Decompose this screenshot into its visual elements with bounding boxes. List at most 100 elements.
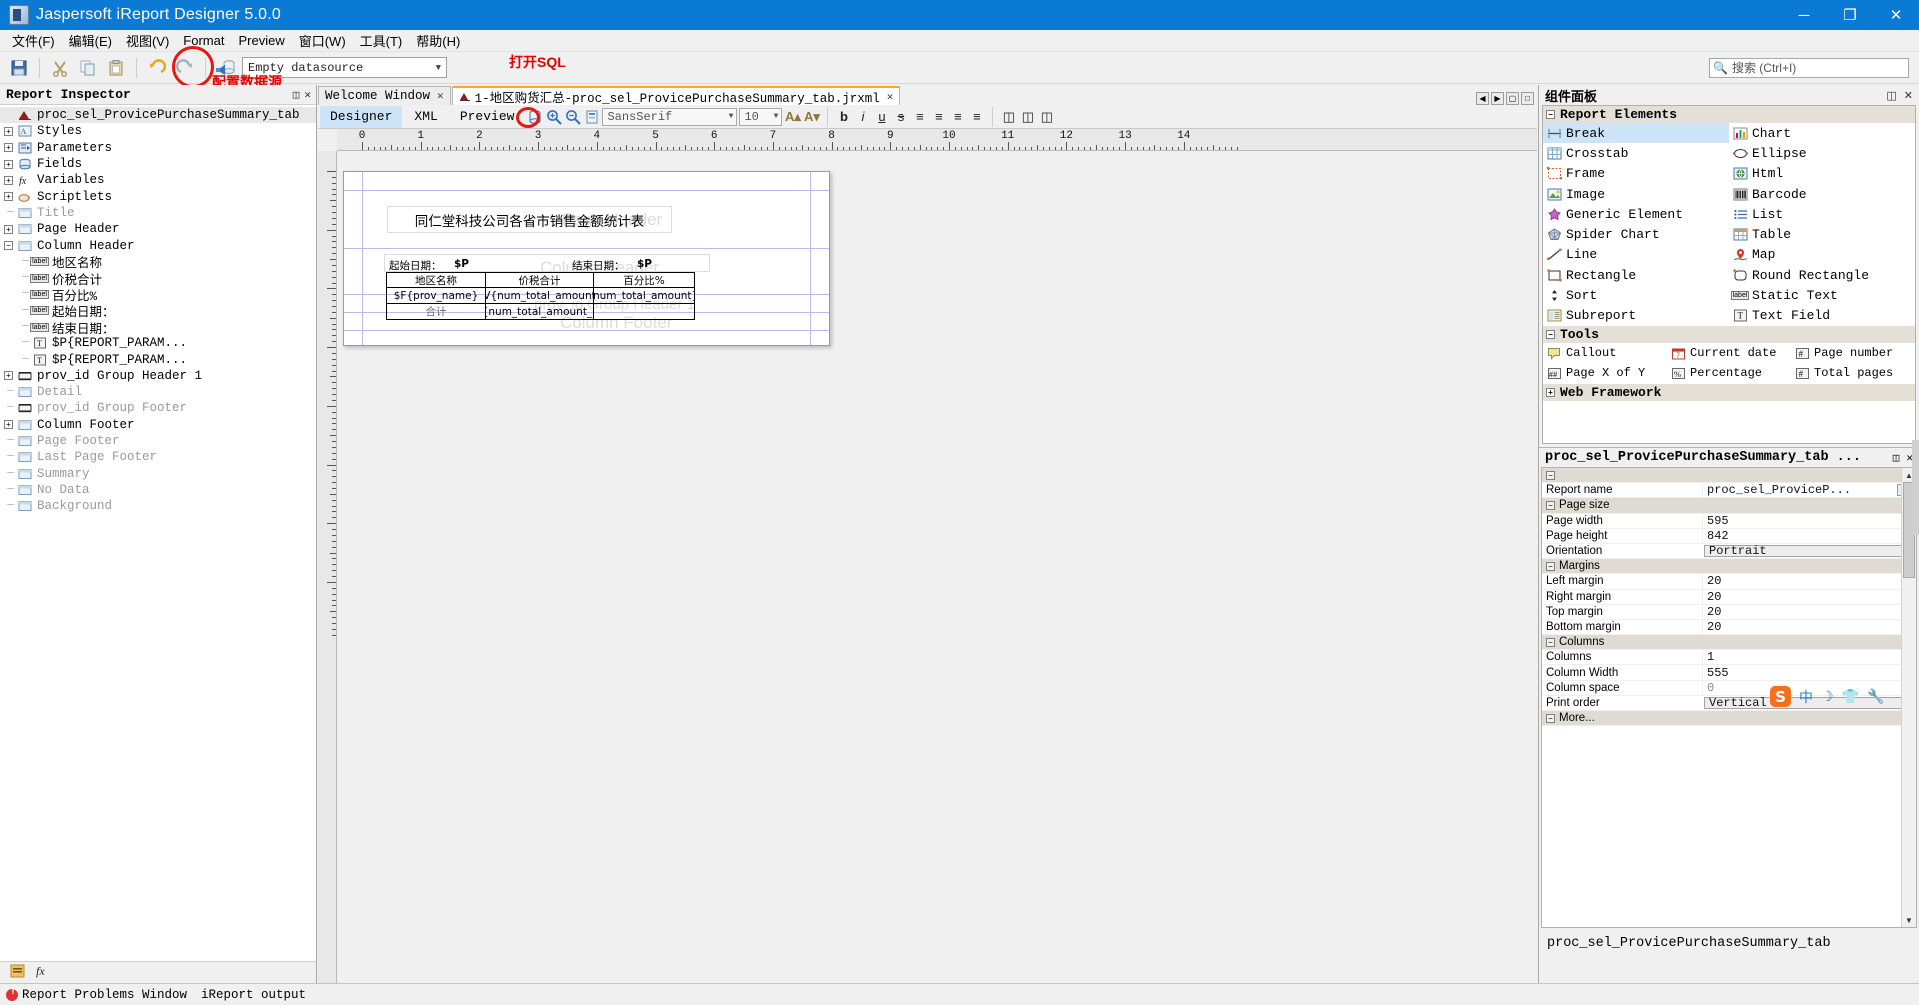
ime-tools-icon[interactable]: 🔧	[1867, 688, 1884, 705]
property-row-page-width[interactable]: Page width 595	[1542, 513, 1916, 529]
underline-button[interactable]: u	[873, 107, 890, 126]
tree-node-10[interactable]: ─ label 百分比%	[0, 286, 316, 304]
align-justify-icon[interactable]: ≡	[968, 107, 985, 126]
tab-list-icon[interactable]: ▢	[1506, 92, 1519, 105]
table-detail-cell-amount[interactable]: $V{num_total_amount}	[485, 287, 594, 304]
minimize-button[interactable]: ─	[1781, 0, 1827, 30]
palette-tool-percentage[interactable]: % Percentage	[1667, 363, 1791, 383]
table-header-cell-region[interactable]: 地区名称	[386, 272, 486, 288]
palette-item-chart[interactable]: Chart	[1729, 123, 1915, 143]
scroll-tabs-left-icon[interactable]: ◀	[1476, 92, 1489, 105]
properties-float-icon[interactable]: ◫	[1893, 451, 1900, 465]
tab-welcome-window[interactable]: Welcome Window ✕	[318, 86, 451, 105]
palette-item-static-text[interactable]: label Static Text	[1729, 285, 1915, 305]
expand-icon[interactable]: +	[4, 143, 13, 153]
font-size-combo[interactable]: 10 ▼	[739, 107, 783, 126]
italic-button[interactable]: i	[854, 107, 871, 126]
property-value-field[interactable]: 20	[1702, 619, 1916, 635]
collapse-icon[interactable]: −	[1546, 500, 1555, 510]
close-icon[interactable]: ✕	[437, 89, 444, 103]
table-detail-cell-prov-name[interactable]: $F{prov_name}	[386, 287, 486, 304]
close-button[interactable]: ✕	[1873, 0, 1919, 30]
property-group-page-size[interactable]: − Page size	[1542, 498, 1916, 514]
palette-item-spider-chart[interactable]: Spider Chart	[1543, 224, 1729, 244]
collapse-icon[interactable]: −	[1546, 329, 1555, 339]
tree-node-11[interactable]: ─ label 起始日期：	[0, 303, 316, 321]
design-canvas[interactable]: Page Header Column Header prov_id Group …	[318, 151, 1537, 983]
ime-chinese-icon[interactable]: 中	[1799, 687, 1813, 707]
tree-node-12[interactable]: ─ label 结束日期：	[0, 319, 316, 337]
property-row-left-margin[interactable]: Left margin 20	[1542, 574, 1916, 590]
property-row-orientation[interactable]: Orientation Portrait▼	[1542, 544, 1916, 560]
tree-root-node[interactable]: proc_sel_ProvicePurchaseSummary_tab	[0, 107, 316, 124]
maximize-editor-icon[interactable]: □	[1521, 92, 1534, 105]
tree-node-20[interactable]: ─ Last Page Footer	[0, 449, 316, 465]
collapse-icon[interactable]: −	[1546, 637, 1555, 647]
menu-preview[interactable]: Preview	[231, 31, 291, 50]
collapse-icon[interactable]: −	[1546, 470, 1555, 480]
tab-jrxml-document[interactable]: 1-地区购货汇总-proc_sel_ProvicePurchaseSummary…	[451, 86, 901, 106]
align-left-icon[interactable]: ≡	[911, 107, 928, 126]
ime-skin-icon[interactable]: 👕	[1842, 688, 1859, 705]
palette-item-barcode[interactable]: Barcode	[1729, 184, 1915, 204]
tree-node-23[interactable]: ─ Background	[0, 498, 316, 514]
palette-item-map[interactable]: Map	[1729, 245, 1915, 265]
palette-item-table[interactable]: Table	[1729, 224, 1915, 244]
start-date-value[interactable]: $P	[454, 258, 469, 270]
palette-item-rectangle[interactable]: Rectangle	[1543, 265, 1729, 285]
menu-window[interactable]: 窗口(W)	[292, 29, 353, 52]
palette-item-break[interactable]: Break	[1543, 123, 1729, 144]
report-page[interactable]: Page Header Column Header prov_id Group …	[343, 171, 830, 346]
table-header-cell-amount[interactable]: 价税合计	[485, 272, 594, 288]
undo-icon[interactable]	[144, 55, 170, 81]
menu-help[interactable]: 帮助(H)	[409, 29, 467, 52]
tree-node-3[interactable]: + fx Variables	[0, 172, 316, 188]
expand-icon[interactable]: +	[4, 420, 13, 430]
window-scrollbar[interactable]	[1912, 440, 1919, 535]
tree-node-2[interactable]: + Fields	[0, 156, 316, 172]
menu-tools[interactable]: 工具(T)	[353, 29, 410, 52]
zoom-in-icon[interactable]	[545, 107, 562, 126]
palette-item-generic-element[interactable]: Generic Element	[1543, 204, 1729, 224]
functions-icon[interactable]: fx	[35, 964, 52, 981]
valign-top-icon[interactable]: ◫	[1000, 107, 1017, 126]
collapse-icon[interactable]: −	[1546, 110, 1555, 119]
increase-font-icon[interactable]: A▴	[784, 107, 801, 126]
menu-view[interactable]: 视图(V)	[119, 29, 176, 52]
property-row-right-margin[interactable]: Right margin 20	[1542, 589, 1916, 605]
align-center-icon[interactable]: ≡	[930, 107, 947, 126]
tree-node-19[interactable]: ─ Page Footer	[0, 433, 316, 449]
property-row-top-margin[interactable]: Top margin 20	[1542, 604, 1916, 620]
collapse-icon[interactable]: −	[1546, 561, 1555, 571]
report-inspector-tree[interactable]: proc_sel_ProvicePurchaseSummary_tab + A St…	[0, 105, 316, 961]
tree-node-15[interactable]: + prov_id Group Header 1	[0, 368, 316, 384]
table-total-cell-amount[interactable]: $V{num_total_amount_all}	[485, 303, 594, 320]
property-value-field[interactable]: 20	[1702, 589, 1916, 604]
table-header-cell-percent[interactable]: 百分比%	[593, 272, 695, 288]
property-value-combo[interactable]: Portrait▼	[1704, 544, 1914, 558]
palette-section-report-elements[interactable]: − Report Elements	[1543, 106, 1915, 123]
property-group-margins[interactable]: − Margins	[1542, 559, 1916, 575]
table-total-cell-label[interactable]: 合计	[386, 303, 486, 320]
strikethrough-button[interactable]: s	[892, 107, 909, 126]
property-value-field[interactable]: 595	[1702, 513, 1916, 528]
inspector-float-icon[interactable]: ◫	[293, 88, 300, 102]
save-icon[interactable]	[6, 55, 32, 81]
palette-item-text-field[interactable]: T Text Field	[1729, 306, 1915, 326]
font-family-combo[interactable]: SansSerif ▼	[602, 107, 738, 126]
expand-icon[interactable]: +	[1546, 387, 1555, 397]
tree-node-9[interactable]: ─ label 价税合计	[0, 270, 316, 288]
property-value-field[interactable]: 555	[1702, 665, 1916, 680]
tree-node-16[interactable]: ─ Detail	[0, 384, 316, 400]
expand-icon[interactable]: +	[4, 371, 13, 381]
palette-body[interactable]: − Report Elements Break Chart Crosstab Elli…	[1542, 105, 1916, 444]
property-row-bottom-margin[interactable]: Bottom margin 20	[1542, 619, 1916, 636]
tree-node-6[interactable]: + Page Header	[0, 221, 316, 237]
sogou-logo-icon[interactable]: S	[1770, 686, 1791, 707]
inspector-close-icon[interactable]: ✕	[304, 88, 311, 102]
property-value-field[interactable]: 842	[1702, 528, 1916, 543]
align-right-icon[interactable]: ≡	[949, 107, 966, 126]
tree-node-17[interactable]: ─ prov_id Group Footer	[0, 400, 316, 416]
palette-item-list[interactable]: List	[1729, 204, 1915, 224]
report-summary-icon[interactable]	[10, 964, 25, 981]
